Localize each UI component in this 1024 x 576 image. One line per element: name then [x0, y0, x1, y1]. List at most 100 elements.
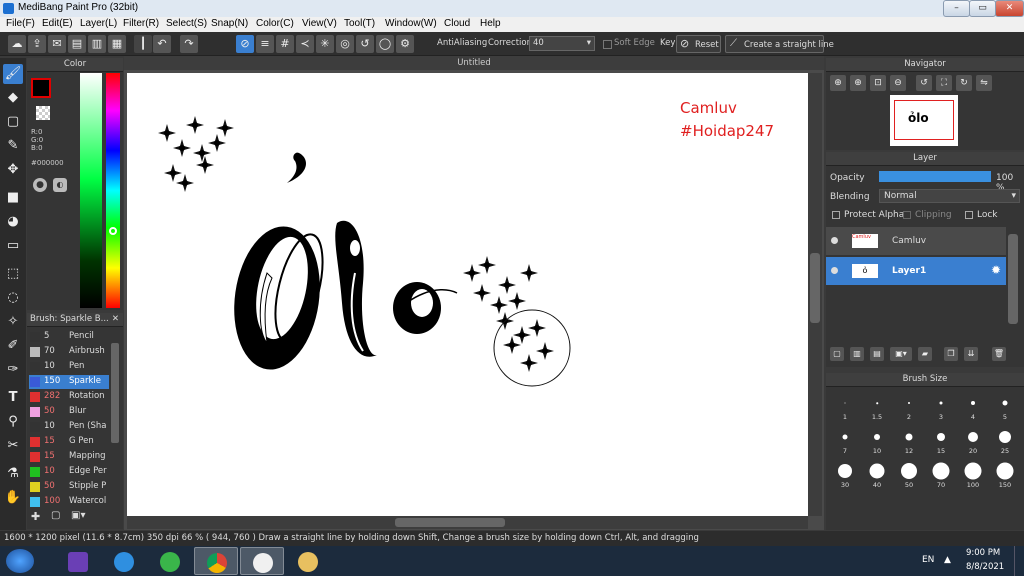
horizontal-scroll-thumb[interactable]: [395, 518, 505, 527]
rotate-right-icon[interactable]: ↻: [956, 75, 972, 91]
foreground-color-swatch[interactable]: [31, 78, 51, 98]
folder-icon[interactable]: ▰: [918, 347, 932, 361]
text-tool-icon[interactable]: T: [3, 388, 23, 408]
horizontal-scrollbar[interactable]: [127, 516, 808, 529]
close-button[interactable]: ✕: [995, 0, 1024, 17]
correction-select[interactable]: 40 ▾: [529, 36, 595, 51]
eraser-tool-icon[interactable]: ◆: [3, 88, 23, 108]
brush-size-cell[interactable]: 2: [894, 391, 924, 421]
flip-icon[interactable]: ⇋: [976, 75, 992, 91]
duplicate-layer-icon[interactable]: ❐: [944, 347, 958, 361]
brush-size-cell[interactable]: 1.5: [862, 391, 892, 421]
circle-snap-icon[interactable]: ◎: [336, 35, 354, 53]
curve-snap-icon[interactable]: ↺: [356, 35, 374, 53]
brush-item[interactable]: 50 Blur: [29, 405, 109, 419]
maximize-button[interactable]: ▭: [969, 0, 996, 17]
lasso-tool-icon[interactable]: ◌: [3, 288, 23, 308]
document-icon[interactable]: ▥: [88, 35, 106, 53]
vertical-scroll-thumb[interactable]: [810, 253, 820, 323]
grid-snap-icon[interactable]: #: [276, 35, 294, 53]
comment-icon[interactable]: ✉: [48, 35, 66, 53]
menu-tool[interactable]: Tool(T): [344, 18, 375, 29]
protect-alpha-checkbox[interactable]: [832, 211, 840, 219]
add-layer-menu-icon[interactable]: ▣▾: [890, 347, 912, 361]
soft-edge-checkbox[interactable]: [603, 40, 612, 49]
brush-size-cell[interactable]: 25: [990, 425, 1020, 455]
drawing-canvas[interactable]: Camluv #Hoidap247: [127, 73, 808, 516]
brush-item[interactable]: 15 Mapping: [29, 450, 109, 464]
brush-item[interactable]: 100 Watercol: [29, 495, 109, 509]
divide-tool-icon[interactable]: ✂: [3, 436, 23, 456]
hue-slider[interactable]: [106, 73, 120, 308]
layer-row-camluv[interactable]: Camluv Camluv: [826, 227, 1006, 255]
add-brush-icon[interactable]: ✚: [31, 510, 45, 524]
hue-handle[interactable]: [109, 227, 117, 235]
brush-item[interactable]: 70 Airbrush: [29, 345, 109, 359]
menu-window[interactable]: Window(W): [385, 18, 437, 29]
brush-size-cell[interactable]: 50: [894, 459, 924, 489]
menu-select[interactable]: Select(S): [166, 18, 207, 29]
brush-size-cell[interactable]: 30: [830, 459, 860, 489]
brush-size-cell[interactable]: 40: [862, 459, 892, 489]
merge-layer-icon[interactable]: ⇊: [964, 347, 978, 361]
new-8bit-layer-icon[interactable]: ▤: [870, 347, 884, 361]
menu-layer[interactable]: Layer(L): [80, 18, 117, 29]
navigator-thumbnail[interactable]: ỏlo: [890, 95, 958, 146]
brush-item[interactable]: 5 Pencil: [29, 330, 109, 344]
menu-edit[interactable]: Edit(E): [42, 18, 73, 29]
brush-item[interactable]: 150 Sparkle: [29, 375, 109, 389]
brush-item[interactable]: 50 Stipple P: [29, 480, 109, 494]
magic-wand-icon[interactable]: ✧: [3, 312, 23, 332]
palette-icon[interactable]: ●: [33, 178, 47, 192]
taskbar-ie[interactable]: [102, 547, 146, 575]
brush-item[interactable]: 10 Pen: [29, 360, 109, 374]
menu-snap[interactable]: Snap(N): [211, 18, 248, 29]
rect-fill-icon[interactable]: ■: [3, 188, 23, 208]
layers-icon[interactable]: ▦: [108, 35, 126, 53]
eye-icon[interactable]: [831, 237, 838, 244]
fit-screen-icon[interactable]: ⛶: [936, 75, 952, 91]
zoom-out-icon[interactable]: ⊖: [890, 75, 906, 91]
ellipse-snap-icon[interactable]: ◯: [376, 35, 394, 53]
vanish-snap-icon[interactable]: ≺: [296, 35, 314, 53]
brush-item[interactable]: 282 Rotation: [29, 390, 109, 404]
language-indicator[interactable]: EN: [922, 555, 934, 565]
dot-tool-icon[interactable]: ▢: [3, 112, 23, 132]
redo-icon[interactable]: ↷: [180, 35, 198, 53]
radial-snap-icon[interactable]: ✳: [316, 35, 334, 53]
reset-button[interactable]: ⊘ Reset: [676, 35, 721, 53]
brush-size-cell[interactable]: 70: [926, 459, 956, 489]
straight-line-button[interactable]: ⟋ Create a straight line: [725, 35, 834, 53]
new-layer-icon[interactable]: ▢: [830, 347, 844, 361]
clock-date[interactable]: 8/8/2021: [966, 562, 1004, 572]
select-pen-icon[interactable]: ✐: [3, 336, 23, 356]
rotate-left-icon[interactable]: ↺: [916, 75, 932, 91]
brush-size-cell[interactable]: 7: [830, 425, 860, 455]
blending-select[interactable]: Normal ▾: [879, 189, 1020, 203]
settings-gear-icon[interactable]: ✹: [991, 263, 1001, 277]
layer-row-layer1[interactable]: ỏ Layer1 ✹: [826, 257, 1006, 285]
brush-item[interactable]: 10 Pen (Sha: [29, 420, 109, 434]
taskbar-paint[interactable]: [286, 547, 330, 575]
brush-size-cell[interactable]: 4: [958, 391, 988, 421]
select-eraser-icon[interactable]: ✑: [3, 360, 23, 380]
tray-arrow-icon[interactable]: ▲: [944, 555, 951, 565]
menu-cloud[interactable]: Cloud: [444, 18, 470, 29]
taskbar-visual-studio[interactable]: [56, 547, 100, 575]
show-desktop-button[interactable]: [1014, 546, 1024, 576]
gradient-tool-icon[interactable]: ▭: [3, 236, 23, 256]
menu-color[interactable]: Color(C): [256, 18, 294, 29]
brush-menu-icon[interactable]: ▣▾: [71, 510, 93, 524]
zoom-fit-icon[interactable]: ⊕: [830, 75, 846, 91]
transparent-swatch[interactable]: [36, 106, 50, 120]
operation-tool-icon[interactable]: ⚲: [3, 412, 23, 432]
save-icon[interactable]: ▤: [68, 35, 86, 53]
taskbar-medibang[interactable]: [240, 547, 284, 575]
zoom-in-icon[interactable]: ⊕: [850, 75, 866, 91]
minimize-button[interactable]: –: [943, 0, 970, 17]
brush-item[interactable]: 10 Edge Per: [29, 465, 109, 479]
cloud-icon[interactable]: ☁: [8, 35, 26, 53]
brush-tool-icon[interactable]: 🖌: [3, 64, 23, 84]
snap-off-icon[interactable]: ⊘: [236, 35, 254, 53]
brush-size-cell[interactable]: 150: [990, 459, 1020, 489]
